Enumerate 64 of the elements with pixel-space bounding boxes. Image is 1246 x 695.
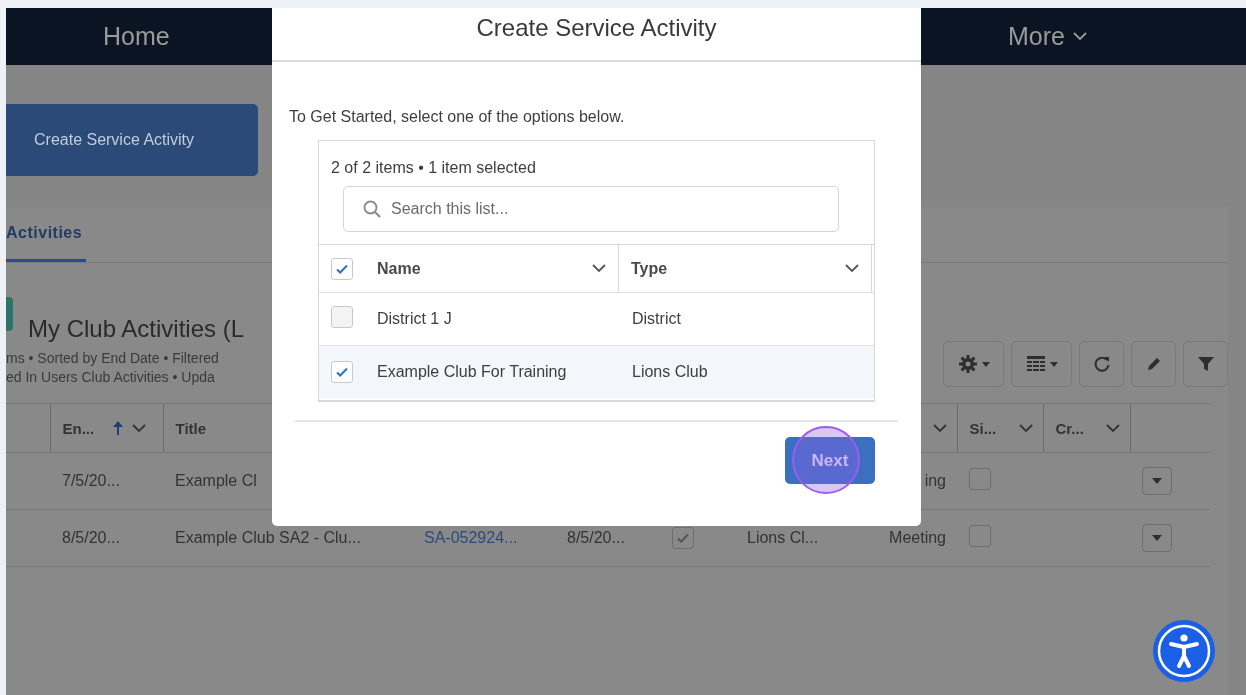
checkbox[interactable] bbox=[331, 306, 353, 328]
chevron-down-icon[interactable] bbox=[1018, 423, 1033, 433]
tab[interactable]: Activities bbox=[6, 207, 87, 262]
search-field[interactable]: Search this list... bbox=[343, 186, 839, 232]
nav-item[interactable]: Home bbox=[103, 22, 170, 51]
list-icon bbox=[6, 297, 13, 331]
column-header[interactable]: En... bbox=[62, 419, 95, 437]
column-header[interactable]: Type bbox=[631, 259, 668, 278]
type-cell: Lions Club bbox=[632, 363, 708, 380]
caret-down-icon bbox=[1152, 535, 1162, 541]
table-cell: Example Cl bbox=[175, 472, 257, 489]
list-info-text: ms • Sorted by End Date • Filtered bbox=[6, 349, 220, 368]
type-cell: District bbox=[632, 310, 681, 327]
chevron-down-icon[interactable] bbox=[845, 264, 859, 273]
checkmark-icon bbox=[336, 263, 348, 274]
row-actions-button[interactable] bbox=[1142, 524, 1172, 552]
nav-item[interactable]: More bbox=[1008, 22, 1087, 51]
name-cell: District 1 J bbox=[377, 310, 452, 327]
filter-button[interactable] bbox=[1183, 341, 1228, 387]
modal-title: Create Service Activity bbox=[476, 13, 717, 43]
table-cell: 8/5/20... bbox=[62, 529, 120, 546]
checkbox[interactable] bbox=[672, 527, 694, 549]
list-info-text: ed In Users Club Activities • Upda bbox=[6, 368, 216, 387]
table-cell: 7/5/20... bbox=[62, 472, 120, 489]
list-title: My Club Activities (L bbox=[28, 315, 245, 343]
chevron-down-icon bbox=[1073, 32, 1087, 41]
gear-icon bbox=[957, 354, 978, 374]
caret-down-icon bbox=[1152, 478, 1162, 484]
funnel-icon bbox=[1196, 355, 1215, 373]
column-header[interactable]: Cr... bbox=[1055, 419, 1084, 437]
edit-button[interactable] bbox=[1131, 341, 1176, 387]
chevron-down-icon[interactable] bbox=[132, 423, 147, 433]
name-cell: Example Club For Training bbox=[377, 363, 567, 380]
table-icon bbox=[1025, 355, 1046, 373]
list-row[interactable]: Example Club For Training Lions Club bbox=[319, 345, 874, 398]
table-cell: ing bbox=[924, 472, 946, 489]
instruction-text: To Get Started, select one of the options below. bbox=[289, 108, 625, 126]
checkbox[interactable] bbox=[969, 525, 991, 547]
chevron-down-icon[interactable] bbox=[1105, 423, 1120, 433]
column-header[interactable]: Si... bbox=[969, 419, 997, 437]
chevron-down-icon[interactable] bbox=[932, 423, 947, 433]
refresh-icon bbox=[1092, 355, 1111, 373]
table-cell: Example Club SA2 - Clu... bbox=[175, 529, 361, 546]
create-service-activity-button[interactable]: Create Service Activity bbox=[6, 104, 258, 176]
table-cell: Meeting bbox=[889, 529, 946, 546]
table-view-button[interactable] bbox=[1011, 341, 1072, 387]
checkbox[interactable] bbox=[969, 468, 991, 490]
caret-down-icon bbox=[1049, 361, 1058, 367]
table-cell: 8/5/20... bbox=[567, 529, 625, 546]
search-icon bbox=[363, 200, 381, 218]
list-summary: 2 of 2 items • 1 item selected bbox=[331, 159, 536, 177]
chevron-down-icon[interactable] bbox=[592, 264, 606, 273]
table-cell: Lions Cl... bbox=[747, 529, 819, 546]
settings-button[interactable] bbox=[943, 341, 1004, 387]
column-header[interactable]: Title bbox=[175, 419, 207, 437]
accessibility-button[interactable] bbox=[1153, 620, 1215, 682]
refresh-button[interactable] bbox=[1079, 341, 1124, 387]
checkmark-icon bbox=[336, 367, 348, 377]
row-actions-button[interactable] bbox=[1142, 467, 1172, 495]
column-header[interactable]: Name bbox=[377, 259, 421, 278]
checkmark-icon bbox=[677, 533, 689, 543]
checkbox[interactable] bbox=[331, 257, 353, 280]
caret-down-icon bbox=[981, 361, 990, 367]
checkbox[interactable] bbox=[331, 361, 353, 383]
